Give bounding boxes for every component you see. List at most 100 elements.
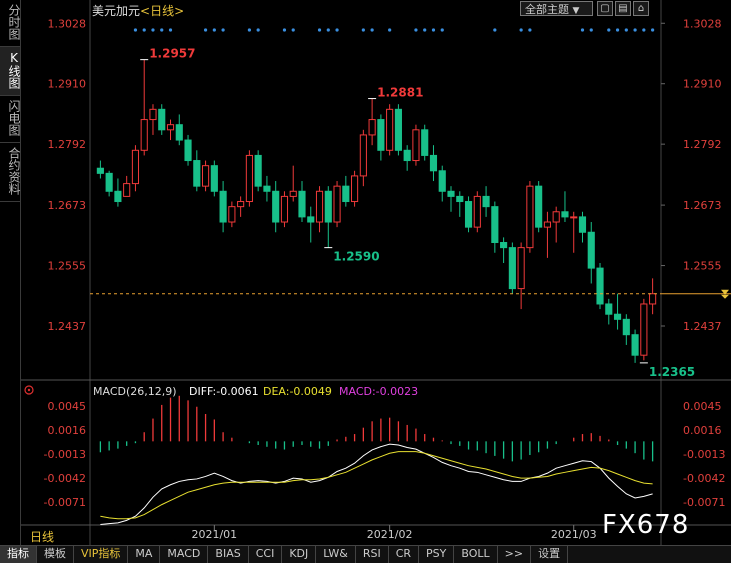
candle-body[interactable] (508, 247, 516, 290)
candle-body[interactable] (447, 190, 455, 197)
candle-body[interactable] (438, 170, 446, 192)
indicator-tab-8[interactable]: LW& (316, 546, 356, 563)
candle-body[interactable] (149, 108, 157, 121)
indicator-tab-5[interactable]: BIAS (208, 546, 249, 563)
candle-body[interactable] (491, 206, 499, 244)
indicator-tab-2[interactable]: VIP指标 (74, 546, 129, 563)
signal-dot (580, 28, 585, 32)
side-tab-3[interactable]: 合约资料 (0, 143, 21, 202)
candle-body[interactable] (649, 293, 657, 305)
candle-body[interactable] (123, 183, 131, 197)
period-label[interactable]: <日线> (140, 4, 184, 18)
candle-body[interactable] (368, 119, 376, 136)
indicator-tab-1[interactable]: 模板 (37, 546, 74, 563)
candle-body[interactable] (412, 129, 420, 162)
candle-body[interactable] (219, 190, 227, 223)
candle-body[interactable] (578, 216, 587, 233)
indicator-tab-10[interactable]: CR (389, 546, 420, 563)
indicator-tab-3[interactable]: MA (128, 546, 161, 563)
signal-dot (133, 28, 138, 32)
candle-body[interactable] (552, 211, 560, 223)
candle-body[interactable] (429, 154, 438, 172)
candle-body[interactable] (587, 231, 595, 269)
theme-label: 全部主题 (525, 3, 569, 16)
candle-body[interactable] (613, 313, 622, 320)
candle-body[interactable] (403, 149, 411, 162)
candle-body[interactable] (561, 211, 569, 218)
candle-body[interactable] (263, 185, 271, 192)
candle-body[interactable] (622, 318, 630, 336)
indicator-tab-11[interactable]: PSY (419, 546, 455, 563)
candle-body[interactable] (605, 303, 613, 315)
candle-body[interactable] (473, 195, 481, 228)
candle-body[interactable] (342, 185, 350, 203)
candle-body[interactable] (377, 119, 385, 151)
candle-body[interactable] (333, 185, 341, 223)
kline-chart[interactable]: 1.3028 1.3028 1.2910 1.2910 1.2792 1.2792 1.26… (21, 0, 731, 545)
candle-body[interactable] (228, 206, 236, 223)
indicator-tab-9[interactable]: RSI (356, 546, 389, 563)
candle-body[interactable] (456, 195, 464, 203)
high2: 1.2881 (377, 86, 423, 100)
candle-body[interactable] (526, 185, 534, 249)
theme-select[interactable]: 全部主题 ▼ (520, 1, 593, 16)
candle-body[interactable] (105, 172, 113, 192)
signal-dot (624, 28, 628, 32)
indicator-tab-0[interactable]: 指标 (0, 546, 37, 563)
candle-body[interactable] (166, 124, 175, 131)
candle-body[interactable] (315, 190, 324, 223)
candle-body[interactable] (324, 190, 332, 223)
signal-dot (326, 28, 330, 32)
candle-body[interactable] (421, 129, 429, 156)
candle-body[interactable] (193, 160, 201, 187)
candle-body[interactable] (158, 108, 166, 131)
candle-body[interactable] (289, 190, 297, 197)
indicator-tab-6[interactable]: CCI (249, 546, 283, 563)
candle-body[interactable] (543, 221, 551, 228)
candle-body[interactable] (175, 124, 183, 141)
candle-body[interactable] (114, 190, 122, 203)
candle-body[interactable] (96, 167, 104, 174)
candle-body[interactable] (359, 134, 367, 177)
candle-body[interactable] (386, 108, 394, 151)
candle-body[interactable] (570, 216, 578, 219)
candle-body[interactable] (464, 201, 473, 228)
candle-body[interactable] (351, 175, 359, 203)
signal-dot (317, 28, 322, 32)
home-icon[interactable]: ⌂ (633, 1, 649, 16)
indicator-tab-4[interactable]: MACD (160, 546, 209, 563)
candle-body[interactable] (640, 303, 648, 356)
candle-body[interactable] (237, 201, 245, 208)
candle-body[interactable] (482, 195, 490, 208)
candle-body[interactable] (517, 247, 525, 290)
candle-body[interactable] (131, 149, 140, 185)
candle-body[interactable] (280, 195, 289, 223)
candle-body[interactable] (140, 119, 148, 151)
indicator-tab-14[interactable]: 设置 (531, 546, 569, 563)
candle-body[interactable] (245, 154, 253, 203)
indicator-tab-7[interactable]: KDJ (282, 546, 317, 563)
candle-body[interactable] (631, 334, 639, 356)
candle-body[interactable] (535, 185, 543, 228)
candle-body[interactable] (298, 190, 306, 218)
indicator-tab-13[interactable]: >> (498, 546, 532, 563)
candle-body[interactable] (394, 108, 402, 151)
side-tab-0[interactable]: 分时图 (0, 0, 21, 47)
side-tab-2[interactable]: 闪电图 (0, 96, 21, 143)
candle-body[interactable] (272, 190, 280, 223)
high1: 1.2957 (149, 47, 195, 61)
candle-body[interactable] (184, 139, 192, 162)
candle-body[interactable] (210, 165, 218, 192)
period-tag[interactable]: 日线 (30, 528, 54, 545)
grid-icon[interactable]: ▤ (615, 1, 631, 16)
candle-body[interactable] (596, 267, 604, 305)
side-tabs: 分时图 K线图 闪电图 合约资料 (0, 0, 21, 545)
candle-body[interactable] (202, 165, 210, 187)
side-tab-1[interactable]: K线图 (0, 47, 21, 96)
signal-dot (642, 28, 646, 32)
candle-body[interactable] (254, 154, 262, 187)
indicator-tab-12[interactable]: BOLL (454, 546, 498, 563)
restore-icon[interactable]: ▢ (597, 1, 613, 16)
candle-body[interactable] (500, 242, 508, 249)
candle-body[interactable] (307, 216, 315, 223)
